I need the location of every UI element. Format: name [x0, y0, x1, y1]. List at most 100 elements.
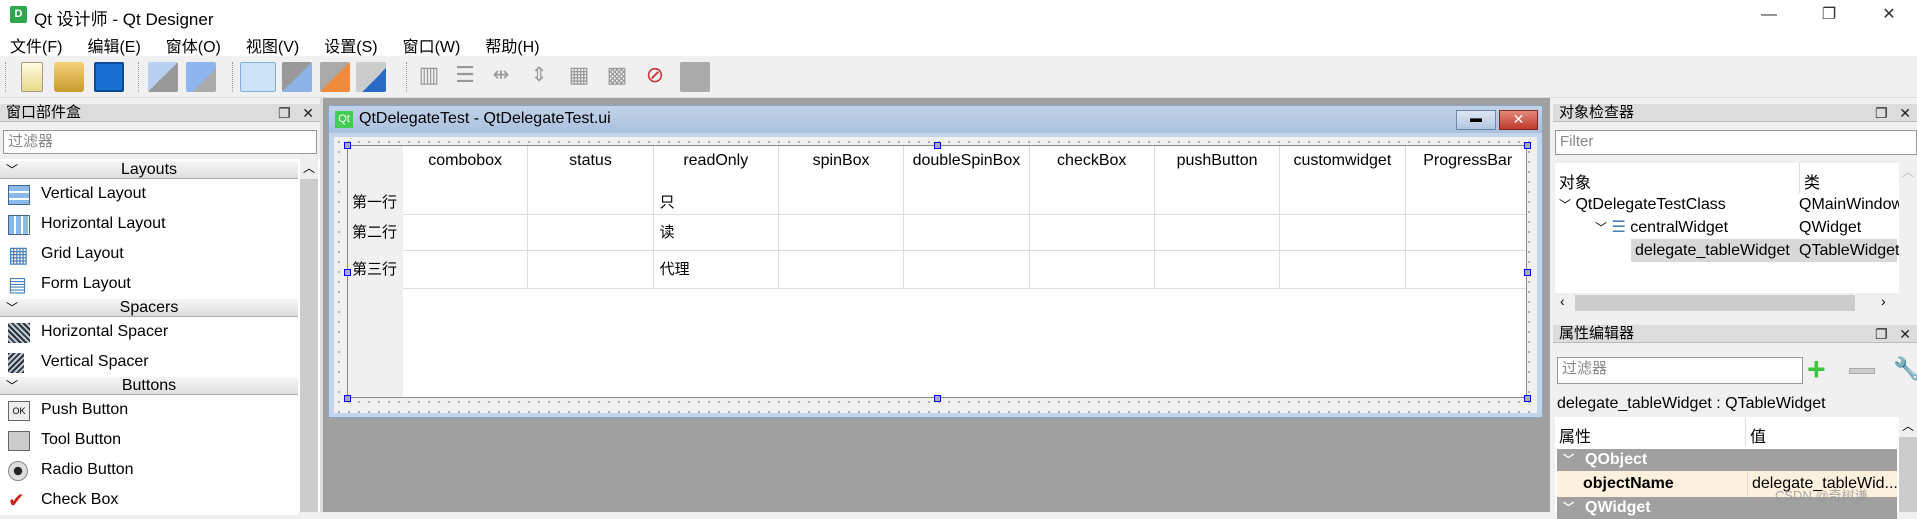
- delegate-table-widget[interactable]: combobox status readOnly spinBox doubleSpinB…: [347, 145, 1527, 398]
- widget-tool-button[interactable]: Tool Button: [0, 425, 298, 455]
- selection-handle[interactable]: [934, 142, 941, 149]
- column-header[interactable]: spinBox: [779, 146, 905, 180]
- property-filter-input[interactable]: 过滤器: [1557, 357, 1803, 384]
- category-buttons[interactable]: ﹀ Buttons: [0, 377, 298, 395]
- maximize-button[interactable]: ❐: [1806, 2, 1852, 28]
- column-object[interactable]: 对象: [1555, 163, 1797, 193]
- table-cell[interactable]: [1029, 251, 1155, 289]
- table-cell[interactable]: [1280, 251, 1406, 289]
- selection-handle[interactable]: [1524, 395, 1531, 402]
- table-cell[interactable]: 只: [653, 180, 779, 215]
- table-cell[interactable]: [778, 180, 905, 215]
- table-cell[interactable]: [1280, 215, 1406, 251]
- edit-tab-order-icon[interactable]: [356, 62, 386, 92]
- layout-horizontal-splitter-icon[interactable]: ⇹: [486, 62, 516, 92]
- widget-horizontal-layout[interactable]: Horizontal Layout: [0, 209, 298, 239]
- selection-handle[interactable]: [344, 142, 351, 149]
- layout-vertical-splitter-icon[interactable]: ⇕: [524, 62, 554, 92]
- float-icon[interactable]: ❐: [1875, 105, 1888, 121]
- selection-handle[interactable]: [934, 395, 941, 402]
- table-cell[interactable]: [528, 180, 654, 215]
- selection-handle[interactable]: [344, 269, 351, 276]
- tree-row-main-window[interactable]: ﹀ QtDelegateTestClass QMainWindow: [1559, 193, 1903, 216]
- table-cell[interactable]: [904, 180, 1030, 215]
- table-cell[interactable]: [1405, 215, 1526, 251]
- menu-window[interactable]: 窗口(W): [393, 29, 471, 57]
- table-cell[interactable]: [778, 215, 905, 251]
- column-header[interactable]: checkBox: [1030, 146, 1155, 180]
- table-cell[interactable]: 读: [653, 215, 779, 251]
- table-cell[interactable]: [1154, 251, 1281, 289]
- table-cell[interactable]: 代理: [653, 251, 779, 289]
- adjust-size-icon[interactable]: [680, 62, 710, 92]
- tree-vscrollbar[interactable]: ︿: [1899, 163, 1917, 293]
- tree-row-central-widget[interactable]: ﹀ ☰ centralWidget QWidget: [1595, 216, 1895, 239]
- column-header[interactable]: status: [528, 146, 654, 180]
- configure-wrench-icon[interactable]: 🔧: [1893, 356, 1917, 382]
- table-cell[interactable]: [778, 251, 905, 289]
- bring-to-front-icon[interactable]: [186, 62, 216, 92]
- column-header[interactable]: readOnly: [654, 146, 779, 180]
- widget-list-scrollbar[interactable]: ︿: [300, 159, 318, 512]
- float-icon[interactable]: ❐: [278, 105, 291, 121]
- tree-row-table-widget[interactable]: delegate_tableWidget QTableWidget: [1631, 239, 1900, 262]
- row-header[interactable]: 第一行: [348, 180, 403, 215]
- selection-handle[interactable]: [344, 395, 351, 402]
- property-scrollbar[interactable]: ︿: [1899, 417, 1917, 512]
- selection-handle[interactable]: [1524, 142, 1531, 149]
- edit-buddies-icon[interactable]: [320, 62, 350, 92]
- table-cell[interactable]: [1280, 180, 1406, 215]
- open-folder-icon[interactable]: [54, 62, 84, 92]
- minimize-button[interactable]: —: [1746, 2, 1792, 28]
- column-property[interactable]: 属性: [1559, 423, 1591, 447]
- form-close-button[interactable]: ✕: [1499, 110, 1538, 130]
- selection-handle[interactable]: [1524, 269, 1531, 276]
- widget-radio-button[interactable]: Radio Button: [0, 455, 298, 485]
- layout-form-icon[interactable]: ▩: [602, 62, 632, 92]
- column-header[interactable]: ProgressBar: [1406, 146, 1526, 180]
- section-qobject[interactable]: ﹀ QObject: [1557, 449, 1897, 471]
- table-cell[interactable]: [403, 180, 529, 215]
- menu-file[interactable]: 文件(F): [0, 29, 72, 57]
- layout-vertical-icon[interactable]: ☰: [450, 62, 480, 92]
- table-cell[interactable]: [1405, 180, 1526, 215]
- close-icon[interactable]: ✕: [1899, 105, 1911, 121]
- float-icon[interactable]: ❐: [1875, 326, 1888, 342]
- new-file-icon[interactable]: [21, 62, 43, 92]
- widget-push-button[interactable]: OK Push Button: [0, 395, 298, 425]
- edit-widgets-icon[interactable]: [240, 62, 276, 92]
- save-icon[interactable]: [94, 62, 124, 92]
- table-cell[interactable]: [403, 215, 529, 251]
- break-layout-icon[interactable]: ⊘: [640, 62, 670, 92]
- form-minimize-button[interactable]: ▬: [1456, 110, 1496, 130]
- remove-property-icon[interactable]: [1849, 368, 1875, 374]
- menu-edit[interactable]: 编辑(E): [77, 29, 150, 57]
- menu-form[interactable]: 窗体(O): [156, 29, 231, 57]
- table-cell[interactable]: [528, 215, 654, 251]
- row-header[interactable]: 第三行: [348, 251, 403, 289]
- column-header[interactable]: pushButton: [1155, 146, 1281, 180]
- table-cell[interactable]: [1405, 251, 1526, 289]
- table-cell[interactable]: [904, 215, 1030, 251]
- layout-horizontal-icon[interactable]: ▥: [414, 62, 444, 92]
- layout-grid-icon[interactable]: ▦: [564, 62, 594, 92]
- menu-settings[interactable]: 设置(S): [314, 29, 387, 57]
- menu-view[interactable]: 视图(V): [236, 29, 309, 57]
- category-layouts[interactable]: ﹀ Layouts: [0, 161, 298, 179]
- object-filter-input[interactable]: Filter: [1555, 130, 1917, 155]
- column-header[interactable]: combobox: [403, 146, 529, 180]
- close-icon[interactable]: ✕: [302, 105, 314, 121]
- edit-signals-slots-icon[interactable]: [282, 62, 312, 92]
- table-cell[interactable]: [1154, 215, 1281, 251]
- table-cell[interactable]: [528, 251, 654, 289]
- table-cell[interactable]: [1154, 180, 1281, 215]
- menu-help[interactable]: 帮助(H): [475, 29, 549, 57]
- row-header[interactable]: 第二行: [348, 215, 403, 251]
- widget-vertical-spacer[interactable]: Vertical Spacer: [0, 347, 298, 377]
- tree-hscrollbar[interactable]: ‹ ›: [1555, 293, 1899, 313]
- widget-horizontal-spacer[interactable]: Horizontal Spacer: [0, 317, 298, 347]
- widget-vertical-layout[interactable]: Vertical Layout: [0, 179, 298, 209]
- column-header[interactable]: customwidget: [1280, 146, 1406, 180]
- column-value[interactable]: 值: [1745, 417, 1770, 447]
- column-class[interactable]: 类: [1799, 163, 1899, 193]
